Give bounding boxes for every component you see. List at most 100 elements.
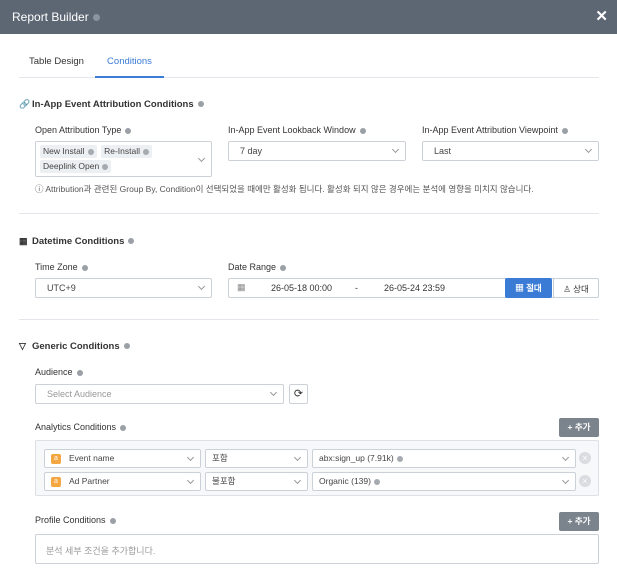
calendar-icon: ▦ <box>515 283 527 293</box>
condition-operator-select[interactable]: 포함 <box>205 449 308 468</box>
attribution-section-title: 🔗 In-App Event Attribution Conditions <box>19 99 204 110</box>
remove-condition-icon[interactable]: × <box>579 475 591 487</box>
condition-value-select[interactable]: Organic (139) <box>312 472 576 491</box>
remove-tag-icon[interactable] <box>396 455 403 462</box>
lookback-window-select[interactable]: 7 day <box>228 141 406 161</box>
tag-deeplink-open: Deeplink Open <box>40 160 112 173</box>
chevron-down-icon <box>293 476 302 485</box>
audience-text: Audience <box>35 367 73 377</box>
section-divider <box>19 213 599 214</box>
tab-table-design[interactable]: Table Design <box>19 52 94 78</box>
date-range-start[interactable]: 26-05-18 00:00 <box>271 283 332 293</box>
chevron-down-icon <box>186 453 195 462</box>
profile-conditions-text: Profile Conditions <box>35 515 106 525</box>
dialog-title: Report Builder <box>12 10 89 24</box>
condition-value-text: abx:sign_up (7.91k) <box>319 453 394 463</box>
remove-tag-icon[interactable] <box>102 163 109 170</box>
info-icon <box>76 369 83 376</box>
attribution-title-text: In-App Event Attribution Conditions <box>32 99 194 110</box>
chevron-down-icon <box>269 388 278 397</box>
refresh-icon: ⟳ <box>293 388 304 400</box>
time-zone-text: Time Zone <box>35 262 78 272</box>
info-icon <box>125 127 132 134</box>
tag-text: Deeplink Open <box>43 161 100 171</box>
info-icon <box>561 127 568 134</box>
info-icon <box>359 127 366 134</box>
remove-condition-icon[interactable]: × <box>579 452 591 464</box>
info-icon <box>109 517 116 524</box>
close-icon[interactable]: ✕ <box>595 7 608 25</box>
info-icon <box>120 424 127 431</box>
attribution-viewpoint-text: In-App Event Attribution Viewpoint <box>422 125 558 135</box>
chevron-down-icon <box>391 145 400 154</box>
condition-value-tag: Organic (139) <box>319 475 380 488</box>
remove-tag-icon[interactable] <box>143 148 149 155</box>
time-zone-value: UTC+9 <box>47 283 76 293</box>
audience-label: Audience <box>35 367 83 377</box>
open-attribution-type-select[interactable]: New Install Re-Install Deeplink Open <box>35 141 212 177</box>
chevron-down-icon <box>197 282 206 291</box>
info-icon <box>123 343 130 350</box>
condition-operator-value: 불포함 <box>212 476 236 486</box>
open-attribution-type-text: Open Attribution Type <box>35 125 122 135</box>
audience-placeholder: Select Audience <box>47 389 112 399</box>
analytics-conditions-box: a Event name 포함 abx:sign_up (7.91k) × a Ad… <box>35 440 599 496</box>
info-icon <box>280 264 287 271</box>
date-range-end[interactable]: 26-05-24 23:59 <box>384 283 445 293</box>
tag-text: Re-Install <box>104 146 140 156</box>
attribution-viewpoint-select[interactable]: Last <box>422 141 599 161</box>
person-icon: ♙ <box>563 284 574 294</box>
chevron-down-icon <box>293 453 302 462</box>
condition-value-tag: abx:sign_up (7.91k) <box>319 452 403 465</box>
attribution-hint: ⓘ Attribution과 관련된 Group By, Condition이 … <box>35 184 534 194</box>
analytics-conditions-text: Analytics Conditions <box>35 422 117 432</box>
remove-tag-icon[interactable] <box>87 148 94 155</box>
condition-operator-value: 포함 <box>212 453 228 463</box>
absolute-date-button[interactable]: ▦ 절대 <box>505 278 552 298</box>
generic-section-title: ▽ Generic Conditions <box>19 341 130 352</box>
datetime-title-text: Datetime Conditions <box>32 236 125 247</box>
relative-date-button[interactable]: ♙ 상대 <box>553 278 599 298</box>
link-icon: 🔗 <box>19 99 31 109</box>
tab-conditions[interactable]: Conditions <box>95 52 164 78</box>
date-range-text: Date Range <box>228 262 277 272</box>
section-divider <box>19 319 599 320</box>
condition-field-value: Ad Partner <box>69 476 110 486</box>
lookback-window-label: In-App Event Lookback Window <box>228 125 366 135</box>
info-icon <box>81 264 88 271</box>
add-analytics-condition-button[interactable]: + 추가 <box>559 418 599 437</box>
condition-value-text: Organic (139) <box>319 476 371 486</box>
add-profile-condition-button[interactable]: + 추가 <box>559 512 599 531</box>
filter-icon: ▽ <box>19 341 26 351</box>
dialog-title-bar: Report Builder ✕ <box>0 0 617 34</box>
info-icon <box>128 238 135 245</box>
condition-field-select[interactable]: a Ad Partner <box>44 472 201 491</box>
tag-text: New Install <box>43 146 85 156</box>
lookback-window-value: 7 day <box>240 146 263 156</box>
calendar-icon: ▦ <box>237 282 246 292</box>
date-range-separator: - <box>355 283 358 293</box>
relative-date-label: 상대 <box>573 284 589 294</box>
condition-field-select[interactable]: a Event name <box>44 449 201 468</box>
chevron-down-icon <box>561 476 570 485</box>
condition-operator-select[interactable]: 불포함 <box>205 472 308 491</box>
chevron-down-icon <box>584 145 593 154</box>
refresh-audience-button[interactable]: ⟳ <box>289 384 308 404</box>
date-range-label: Date Range <box>228 262 287 272</box>
attribute-icon: a <box>51 453 61 464</box>
tag-re-install: Re-Install <box>101 145 152 158</box>
attribute-icon: a <box>51 476 61 487</box>
open-attribution-type-label: Open Attribution Type <box>35 125 132 135</box>
condition-field-value: Event name <box>69 453 115 463</box>
attribution-viewpoint-label: In-App Event Attribution Viewpoint <box>422 125 568 135</box>
remove-tag-icon[interactable] <box>373 478 380 485</box>
analytics-conditions-label: Analytics Conditions <box>35 422 127 432</box>
time-zone-select[interactable]: UTC+9 <box>35 278 212 298</box>
datetime-section-title: ▦ Datetime Conditions <box>19 236 135 247</box>
profile-conditions-box[interactable]: 분석 세부 조건을 추가합니다. <box>35 534 599 564</box>
condition-value-select[interactable]: abx:sign_up (7.91k) <box>312 449 576 468</box>
lookback-window-text: In-App Event Lookback Window <box>228 125 356 135</box>
audience-select[interactable]: Select Audience <box>35 384 284 404</box>
profile-conditions-label: Profile Conditions <box>35 515 116 525</box>
calendar-icon: ▦ <box>19 236 28 246</box>
